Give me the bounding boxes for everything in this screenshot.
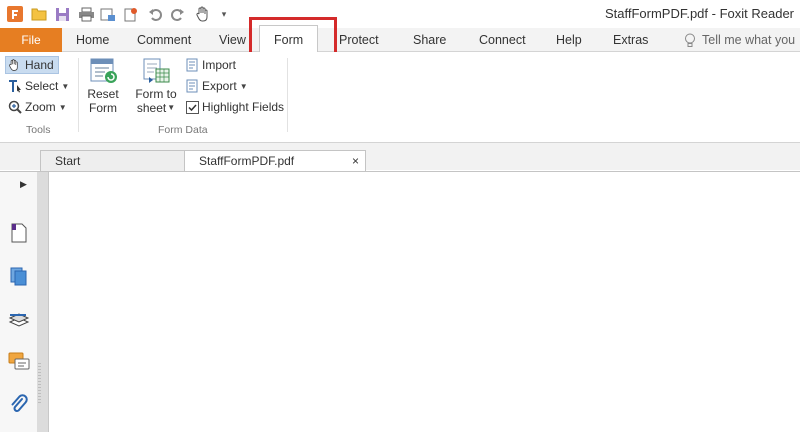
form-to-sheet-button[interactable]: Form to sheet ▼: [132, 57, 180, 115]
zoom-button[interactable]: Zoom ▼: [8, 98, 67, 116]
save-icon[interactable]: [53, 5, 71, 23]
tab-document-label: StaffFormPDF.pdf: [199, 154, 295, 168]
import-icon: [185, 58, 199, 72]
export-icon: [185, 79, 199, 93]
page-thumbnails-icon[interactable]: [8, 222, 30, 244]
hand-label: Hand: [25, 58, 54, 72]
tab-document[interactable]: StaffFormPDF.pdf ×: [184, 150, 366, 172]
print-icon[interactable]: [76, 5, 96, 23]
form-data-group-label: Form Data: [158, 124, 208, 136]
undo-icon[interactable]: [146, 5, 164, 23]
tab-protect[interactable]: Protect: [339, 28, 379, 52]
splitter-grip[interactable]: [38, 363, 41, 403]
navigation-panel: [0, 172, 37, 432]
tab-share[interactable]: Share: [413, 28, 446, 52]
tab-home[interactable]: Home: [76, 28, 109, 52]
tab-extras[interactable]: Extras: [613, 28, 648, 52]
expand-panel-icon[interactable]: ▶: [20, 179, 27, 190]
form-to-sheet-label-2: sheet: [136, 101, 167, 115]
title-bar: ▾ StaffFormPDF.pdf - Foxit Reader: [0, 0, 800, 28]
zoom-label: Zoom: [25, 100, 56, 114]
form-to-sheet-label-1: Form to: [135, 87, 177, 101]
pages-icon[interactable]: [8, 265, 30, 287]
reset-form-icon: [88, 57, 118, 87]
highlight-fields-checkbox[interactable]: [185, 100, 199, 114]
foxit-logo-icon[interactable]: [6, 5, 24, 23]
tab-file[interactable]: File: [0, 28, 62, 52]
zoom-dropdown-icon: ▼: [58, 102, 67, 112]
export-button[interactable]: Export ▼: [185, 77, 248, 95]
highlight-fields-label: Highlight Fields: [202, 100, 285, 114]
import-label: Import: [202, 58, 237, 72]
reset-form-label-1: Reset: [87, 87, 119, 101]
form-to-sheet-icon: [141, 57, 171, 87]
import-button[interactable]: Import: [185, 56, 236, 74]
tab-connect[interactable]: Connect: [479, 28, 526, 52]
export-dropdown-icon: ▼: [239, 81, 248, 91]
ribbon-tab-bar: File Home Comment View Form Protect Shar…: [0, 25, 800, 53]
tab-comment[interactable]: Comment: [137, 28, 191, 52]
lightbulb-icon: [684, 33, 696, 48]
window-title: StaffFormPDF.pdf - Foxit Reader: [604, 6, 794, 21]
select-label: Select: [25, 79, 59, 93]
highlight-fields-button[interactable]: Highlight Fields: [185, 98, 284, 116]
customize-icon[interactable]: ▾: [218, 5, 230, 23]
tab-start-label: Start: [55, 154, 81, 168]
reset-form-button[interactable]: Reset Form: [84, 57, 122, 115]
hand-tool-icon[interactable]: [193, 5, 215, 23]
tab-start[interactable]: Start: [40, 150, 188, 172]
document-view[interactable]: [50, 172, 800, 432]
close-icon[interactable]: ×: [352, 151, 359, 171]
select-button[interactable]: Select ▼: [8, 77, 69, 95]
comments-icon[interactable]: [8, 351, 30, 373]
ribbon-panel: Hand Select ▼ Zoom ▼ Tools Reset Form Fo…: [0, 52, 800, 143]
form-to-sheet-label-2-row: sheet ▼: [137, 101, 175, 115]
email-icon[interactable]: [99, 5, 117, 23]
tools-group-label: Tools: [26, 124, 51, 136]
reset-form-label-2: Form: [89, 101, 117, 115]
hand-icon: [8, 58, 22, 72]
tell-me-box[interactable]: Tell me what you: [684, 28, 795, 52]
select-dropdown-icon: ▼: [61, 81, 70, 91]
zoom-icon: [8, 100, 22, 114]
redo-icon[interactable]: [168, 5, 186, 23]
export-label: Export: [202, 79, 237, 93]
select-text-icon: [8, 79, 22, 93]
tab-view[interactable]: View: [219, 28, 246, 52]
group-separator: [78, 58, 79, 132]
new-icon[interactable]: [121, 5, 139, 23]
group-separator: [287, 58, 288, 132]
hand-button[interactable]: Hand: [5, 56, 59, 74]
open-icon[interactable]: [30, 5, 48, 23]
tell-me-placeholder: Tell me what you: [702, 33, 796, 47]
attachments-icon[interactable]: [8, 394, 30, 416]
tab-help[interactable]: Help: [556, 28, 582, 52]
layers-icon[interactable]: [8, 308, 30, 330]
form-to-sheet-dropdown-icon: ▼: [167, 103, 176, 112]
